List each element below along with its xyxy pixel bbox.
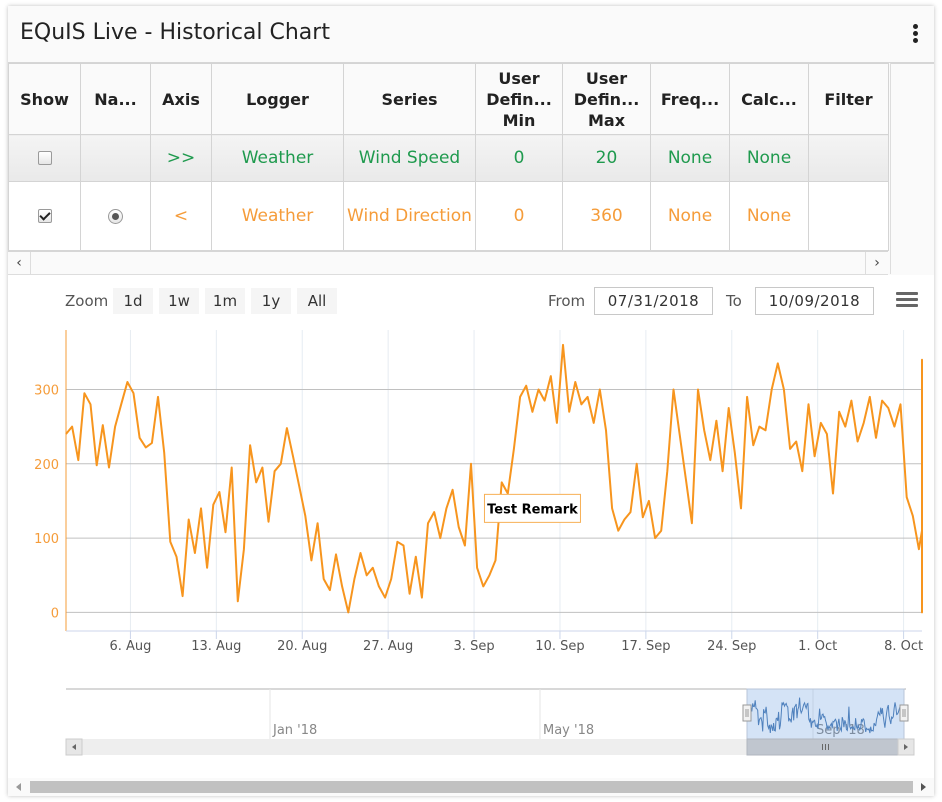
header-line: User [585, 68, 628, 88]
column-header-show[interactable]: Show [8, 63, 81, 135]
scroll-right-icon[interactable]: › [865, 252, 888, 274]
user-max-cell[interactable]: 360 [562, 181, 651, 251]
series-cell: Wind Direction [343, 181, 476, 251]
y-tick-label: 300 [34, 383, 59, 398]
line-chart: 6. Aug 13. Aug 20. Aug 27. Aug 3. Sep 10. Sep… [34, 330, 923, 756]
navigator-label: May '18 [543, 723, 594, 738]
navigator-right-handle[interactable] [899, 704, 909, 722]
x-tick-label: 20. Aug [277, 639, 327, 654]
show-cell [8, 181, 81, 251]
column-header-logger[interactable]: Logger [211, 63, 344, 135]
column-header-name[interactable]: Na... [80, 63, 151, 135]
show-checkbox[interactable] [37, 151, 52, 165]
header-line: Defin... [486, 89, 552, 109]
calculation-cell[interactable]: None [729, 134, 809, 182]
navigator-label: Jan '18 [272, 723, 317, 738]
header-line: Max [587, 110, 626, 130]
column-header-frequency[interactable]: Freq... [650, 63, 730, 135]
historical-chart-panel: EQuIS Live - Historical Chart Show Na...… [8, 6, 934, 796]
column-header-user-max[interactable]: User Defin... Max [562, 63, 651, 135]
wind-direction-series-line[interactable] [65, 343, 923, 614]
column-header-user-min[interactable]: User Defin... Min [475, 63, 563, 135]
column-header-series[interactable]: Series [343, 63, 476, 135]
page-scroll-left-icon[interactable] [16, 783, 21, 791]
handle-box [742, 704, 752, 722]
table-row[interactable]: >> Weather Wind Speed 0 20 None None [8, 134, 889, 182]
kebab-vertical-icon[interactable] [908, 22, 922, 46]
grid-horizontal-scrollbar[interactable]: ‹ › [8, 250, 888, 275]
page-scroll-thumb[interactable] [30, 781, 913, 793]
scroll-left-icon[interactable]: ‹ [8, 252, 31, 274]
x-tick-label: 8. Oct [884, 639, 923, 654]
annotation-label[interactable]: Test Remark [483, 493, 581, 523]
y-tick-label: 200 [34, 458, 59, 473]
series-cell: Wind Speed [343, 134, 476, 182]
name-cell [80, 134, 151, 182]
filter-cell[interactable] [808, 181, 889, 251]
panel-header: EQuIS Live - Historical Chart [8, 6, 934, 64]
show-checkbox[interactable] [37, 209, 52, 223]
name-cell [80, 181, 151, 251]
logger-cell: Weather [211, 181, 344, 251]
calculation-cell[interactable]: None [729, 181, 809, 251]
name-radio[interactable] [108, 208, 123, 224]
user-min-cell[interactable]: 0 [475, 134, 563, 182]
y-tick-label: 100 [34, 532, 59, 547]
x-tick-label: 17. Sep [621, 639, 670, 654]
user-max-cell[interactable]: 20 [562, 134, 651, 182]
x-tick-label: 10. Sep [535, 639, 584, 654]
frequency-cell[interactable]: None [650, 134, 730, 182]
series-table: Show Na... Axis Logger Series User Defin.… [8, 63, 889, 251]
axis-cell[interactable]: < [150, 181, 212, 251]
y-tick-label: 0 [51, 606, 59, 621]
user-min-cell[interactable]: 0 [475, 181, 563, 251]
handle-box [899, 704, 909, 722]
x-tick-label: 1. Oct [798, 639, 837, 654]
show-cell [8, 134, 81, 182]
filter-cell[interactable] [808, 134, 889, 182]
frequency-cell[interactable]: None [650, 181, 730, 251]
page-horizontal-scrollbar[interactable] [8, 778, 934, 796]
axis-cell[interactable]: >> [150, 134, 212, 182]
table-row[interactable]: < Weather Wind Direction 0 360 None None [8, 181, 889, 251]
series-grid: Show Na... Axis Logger Series User Defin.… [8, 63, 891, 275]
annotation-text: Test Remark [487, 502, 578, 517]
grid-header-row: Show Na... Axis Logger Series User Defin.… [8, 63, 889, 135]
column-header-filter[interactable]: Filter [808, 63, 889, 135]
x-tick-label: 24. Sep [707, 639, 756, 654]
page-scroll-right-icon[interactable] [921, 783, 926, 791]
column-header-axis[interactable]: Axis [150, 63, 212, 135]
header-line: Min [502, 110, 536, 130]
header-line: User [498, 68, 540, 88]
header-line: Defin... [573, 89, 640, 109]
x-tick-label: 3. Sep [454, 639, 495, 654]
x-tick-label: 6. Aug [109, 639, 151, 654]
column-header-calculation[interactable]: Calc... [729, 63, 809, 135]
x-tick-label: 13. Aug [191, 639, 241, 654]
navigator-left-handle[interactable] [742, 704, 752, 722]
chart-area: Zoom 1d 1w 1m 1y All From 07/31/2018 To … [8, 275, 934, 779]
panel-title: EQuIS Live - Historical Chart [20, 20, 330, 45]
x-tick-label: 27. Aug [363, 639, 413, 654]
logger-cell: Weather [211, 134, 344, 182]
